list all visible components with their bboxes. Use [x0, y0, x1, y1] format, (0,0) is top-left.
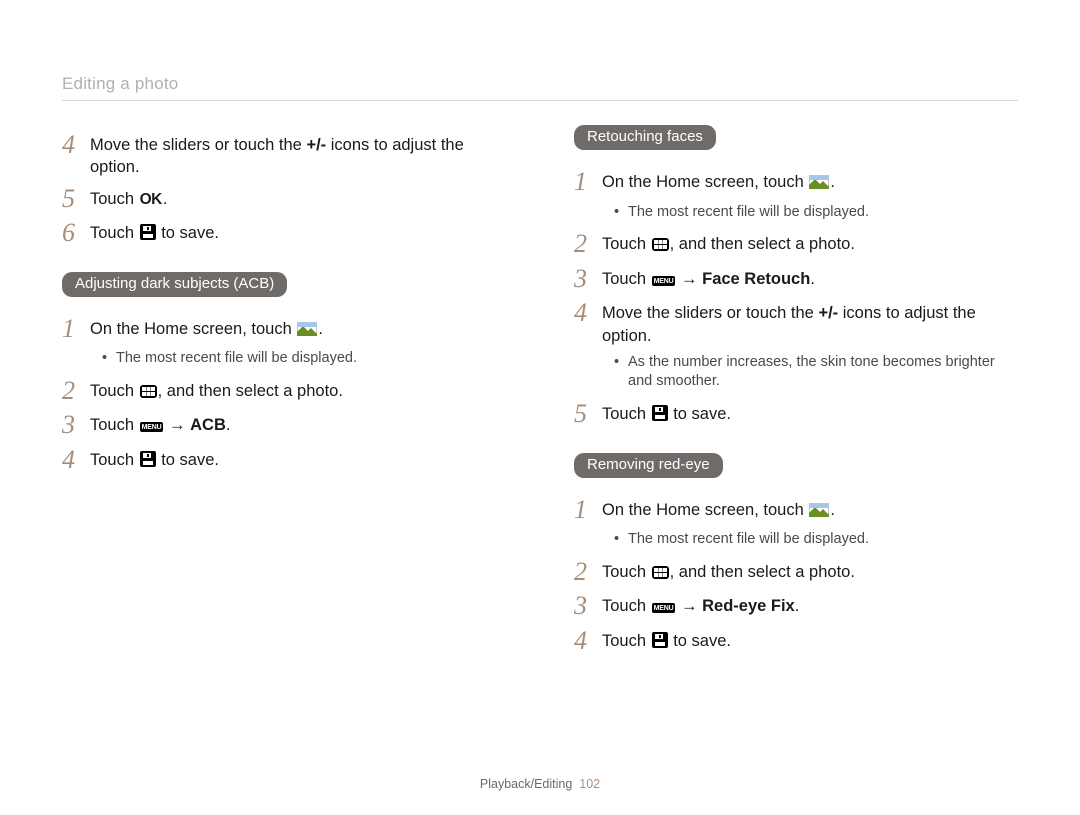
content-columns: 4 Move the sliders or touch the +/- icon… — [62, 125, 1018, 662]
photo-icon — [809, 503, 829, 517]
step-text: Touch MENU → Red-eye Fix. — [602, 592, 799, 617]
save-icon — [140, 224, 156, 240]
step-text: Touch MENU → ACB. — [90, 411, 230, 436]
step-number: 1 — [574, 496, 602, 525]
redeye-step-4: 4 Touch to save. — [574, 627, 1018, 656]
step-number: 2 — [62, 377, 90, 406]
section-redeye-pill: Removing red-eye — [574, 453, 723, 478]
redeye-step-1: 1 On the Home screen, touch . — [574, 496, 1018, 525]
step-text: Move the sliders or touch the +/- icons … — [90, 131, 506, 179]
photo-icon — [297, 322, 317, 336]
menu-icon: MENU — [652, 603, 676, 613]
step-number: 3 — [574, 592, 602, 621]
step-text: Touch , and then select a photo. — [602, 230, 855, 255]
redeye-step-1-note: The most recent file will be displayed. — [614, 530, 1018, 550]
section-acb-pill: Adjusting dark subjects (ACB) — [62, 272, 287, 297]
step-number: 4 — [574, 299, 602, 328]
redeye-step-3: 3 Touch MENU → Red-eye Fix. — [574, 592, 1018, 621]
step-4-adjust: 4 Move the sliders or touch the +/- icon… — [62, 131, 506, 179]
page-header: Editing a photo — [62, 74, 1018, 101]
thumbnail-grid-icon — [140, 385, 157, 398]
photo-icon — [809, 175, 829, 189]
step-number: 2 — [574, 558, 602, 587]
save-icon — [652, 632, 668, 648]
left-column: 4 Move the sliders or touch the +/- icon… — [62, 125, 506, 662]
step-text: Touch to save. — [602, 627, 731, 652]
step-text: Touch MENU → Face Retouch. — [602, 265, 815, 290]
step-text: Touch , and then select a photo. — [90, 377, 343, 402]
step-text: Touch to save. — [90, 446, 219, 471]
retouch-step-4: 4 Move the sliders or touch the +/- icon… — [574, 299, 1018, 347]
footer-page-number: 102 — [579, 777, 600, 791]
ok-icon: OK — [140, 190, 162, 211]
step-text: Touch to save. — [602, 400, 731, 425]
step-text: Touch to save. — [90, 219, 219, 244]
retouch-step-3: 3 Touch MENU → Face Retouch. — [574, 265, 1018, 294]
step-text: Move the sliders or touch the +/- icons … — [602, 299, 1018, 347]
step-text: Touch OK. — [90, 185, 167, 211]
redeye-step-2: 2 Touch , and then select a photo. — [574, 558, 1018, 587]
acb-step-3: 3 Touch MENU → ACB. — [62, 411, 506, 440]
step-number: 1 — [574, 168, 602, 197]
step-text: On the Home screen, touch . — [602, 168, 835, 193]
step-number: 4 — [574, 627, 602, 656]
step-number: 6 — [62, 219, 90, 248]
step-number: 4 — [62, 131, 90, 160]
step-number: 3 — [574, 265, 602, 294]
retouch-step-4-note: As the number increases, the skin tone b… — [614, 353, 1018, 392]
step-number: 5 — [62, 185, 90, 214]
save-icon — [652, 405, 668, 421]
retouch-step-1-note: The most recent file will be displayed. — [614, 203, 1018, 223]
menu-icon: MENU — [140, 422, 164, 432]
step-text: Touch , and then select a photo. — [602, 558, 855, 583]
step-text: On the Home screen, touch . — [602, 496, 835, 521]
step-text: On the Home screen, touch . — [90, 315, 323, 340]
thumbnail-grid-icon — [652, 238, 669, 251]
step-number: 4 — [62, 446, 90, 475]
step-number: 1 — [62, 315, 90, 344]
step-number: 2 — [574, 230, 602, 259]
step-5-ok: 5 Touch OK. — [62, 185, 506, 214]
footer-section: Playback/Editing — [480, 777, 572, 791]
step-number: 3 — [62, 411, 90, 440]
step-6-save: 6 Touch to save. — [62, 219, 506, 248]
menu-icon: MENU — [652, 276, 676, 286]
acb-step-2: 2 Touch , and then select a photo. — [62, 377, 506, 406]
retouch-step-5: 5 Touch to save. — [574, 400, 1018, 429]
retouch-step-2: 2 Touch , and then select a photo. — [574, 230, 1018, 259]
acb-step-1-note: The most recent file will be displayed. — [102, 349, 506, 369]
acb-step-1: 1 On the Home screen, touch . — [62, 315, 506, 344]
right-column: Retouching faces 1 On the Home screen, t… — [574, 125, 1018, 662]
page-footer: Playback/Editing 102 — [0, 777, 1080, 791]
retouch-step-1: 1 On the Home screen, touch . — [574, 168, 1018, 197]
section-retouch-pill: Retouching faces — [574, 125, 716, 150]
step-number: 5 — [574, 400, 602, 429]
thumbnail-grid-icon — [652, 566, 669, 579]
save-icon — [140, 451, 156, 467]
acb-step-4: 4 Touch to save. — [62, 446, 506, 475]
